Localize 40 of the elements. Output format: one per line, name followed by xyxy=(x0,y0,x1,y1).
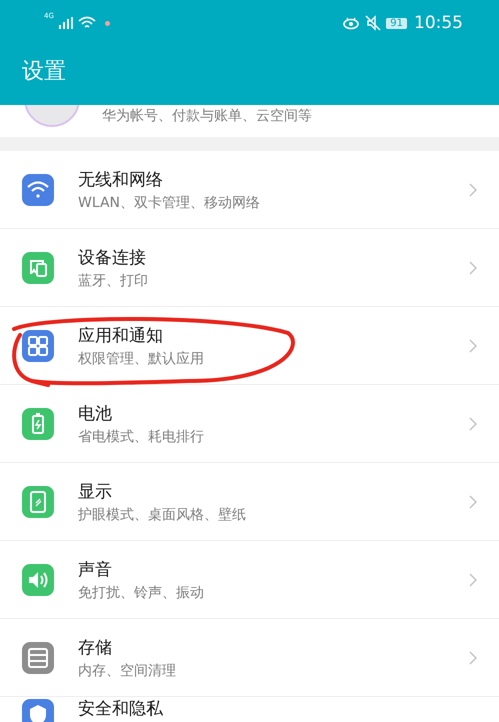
screen-title: 设置 xyxy=(21,58,67,86)
eye-icon xyxy=(342,16,360,30)
settings-item[interactable]: 电池 省电模式、耗电排行 xyxy=(0,385,499,463)
item-title: 应用和通知 xyxy=(78,324,164,346)
clock: 10:55 xyxy=(414,13,463,33)
item-title: 声音 xyxy=(78,558,113,580)
account-subtitle: 华为帐号、付款与账单、云空间等 xyxy=(102,107,312,125)
item-subtitle: 蓝牙、打印 xyxy=(78,272,149,290)
item-subtitle: WLAN、双卡管理、移动网络 xyxy=(78,194,262,212)
notification-dot xyxy=(104,20,110,26)
item-title: 显示 xyxy=(78,480,113,502)
settings-item[interactable]: 显示 护眼模式、桌面风格、壁纸 xyxy=(0,463,499,541)
settings-item[interactable]: 应用和通知 权限管理、默认应用 xyxy=(0,307,499,385)
chevron-icon xyxy=(469,260,477,274)
item-title: 无线和网络 xyxy=(78,168,164,190)
chevron-icon xyxy=(469,338,477,352)
item-title: 存储 xyxy=(78,636,113,658)
battery-level: 91 xyxy=(386,18,407,28)
wifi-icon xyxy=(78,16,96,30)
chevron-icon xyxy=(469,182,477,196)
chevron-icon xyxy=(469,572,477,586)
item-title: 安全和隐私 xyxy=(78,699,164,719)
account-row[interactable]: 华为帐号、付款与账单、云空间等 xyxy=(0,105,499,137)
item-subtitle: 免打扰、铃声、振动 xyxy=(78,584,205,602)
item-title: 设备连接 xyxy=(78,246,147,268)
settings-item[interactable]: 无线和网络 WLAN、双卡管理、移动网络 xyxy=(0,151,499,229)
settings-item[interactable]: 安全和隐私 xyxy=(0,697,499,722)
mute-icon xyxy=(365,15,382,31)
chevron-icon xyxy=(469,650,477,664)
item-title: 电池 xyxy=(78,402,113,424)
chevron-icon xyxy=(469,416,477,430)
settings-item[interactable]: 设备连接 蓝牙、打印 xyxy=(0,229,499,307)
item-subtitle: 内存、空间清理 xyxy=(78,662,177,680)
item-subtitle: 省电模式、耗电排行 xyxy=(78,428,205,446)
chevron-icon xyxy=(469,494,477,508)
item-subtitle: 权限管理、默认应用 xyxy=(78,350,205,368)
signal-icon xyxy=(58,17,73,29)
settings-item[interactable]: 声音 免打扰、铃声、振动 xyxy=(0,541,499,619)
item-subtitle: 护眼模式、桌面风格、壁纸 xyxy=(78,506,247,524)
settings-item[interactable]: 存储 内存、空间清理 xyxy=(0,619,499,697)
